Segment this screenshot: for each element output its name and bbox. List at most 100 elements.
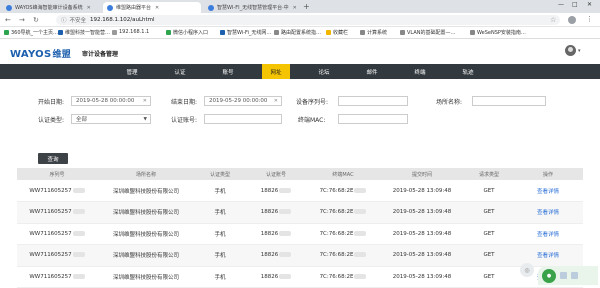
mac-input[interactable]: [338, 114, 408, 124]
bookmark-item[interactable]: VLAN的基础配置—…: [400, 29, 455, 36]
profile-icon[interactable]: [568, 16, 576, 24]
end-date-input[interactable]: 2019-05-29 00:00:00 ✕: [204, 96, 282, 106]
nav-item-mail[interactable]: 邮件: [358, 64, 386, 79]
cell-op[interactable]: 查看详情: [513, 201, 583, 224]
auth-type-select[interactable]: 全部 ▼: [71, 114, 151, 124]
cell-text: GET: [483, 252, 495, 259]
nav-item-forum[interactable]: 论坛: [310, 64, 338, 79]
forward-icon[interactable]: →: [19, 16, 25, 24]
nav-item-track[interactable]: 轨迹: [454, 64, 482, 79]
bookmark-item[interactable]: 微信小程序入口: [166, 29, 208, 36]
cell-text: 7C:76:68:2E: [319, 230, 354, 237]
auth-type-value: 全部: [76, 117, 88, 123]
place-input[interactable]: [472, 96, 546, 106]
cell-mac: 7C:76:68:2E: [307, 244, 379, 267]
cell-serial: WW711605257: [17, 266, 97, 288]
address-bar: ← → ↻ ⓘ 不安全 192.168.1.102/auLhtml ☆ ⋮: [0, 13, 600, 27]
nav-item-auth[interactable]: 认证: [166, 64, 194, 79]
reload-icon[interactable]: ↻: [33, 16, 39, 24]
floating-assistant[interactable]: ●: [538, 266, 598, 285]
cell-method: GET: [465, 266, 513, 288]
bookmark-label: 192.168.1.1: [119, 29, 150, 35]
floating-tool-icon[interactable]: ◎: [520, 263, 534, 277]
cell-text: WW711605257: [29, 273, 72, 280]
cell-text[interactable]: 查看详情: [537, 232, 559, 238]
search-button-label: 查询: [47, 156, 59, 163]
cell-text[interactable]: 查看详情: [537, 210, 559, 216]
cell-text: WW711605257: [29, 230, 72, 237]
cell-serial: WW711605257: [17, 244, 97, 267]
bookmark-item[interactable]: 计算系统: [360, 29, 387, 36]
table-row: WW711605257 深圳维盟科技股份有限公司 手机 18826 7C:76:68:2…: [17, 244, 583, 267]
search-button[interactable]: 查询: [38, 153, 68, 164]
bookmark-favicon-icon: [274, 30, 279, 35]
cell-op[interactable]: 查看详情: [513, 223, 583, 245]
bookmark-item[interactable]: 收藏栏: [326, 29, 348, 36]
cell-text: 18826: [260, 230, 279, 237]
bookmark-label: 微信小程序入口: [173, 30, 209, 36]
bookmark-item[interactable]: 360导航_一个主页…: [4, 29, 58, 36]
cell-text: 深圳维盟科技股份有限公司: [112, 253, 179, 260]
bookmark-item[interactable]: 智慧Wi-Fi_无线网…: [220, 29, 271, 36]
start-date-input[interactable]: 2019-05-28 00:00:00 ✕: [71, 96, 151, 106]
clear-icon[interactable]: ✕: [143, 98, 147, 104]
cell-type: 手机: [195, 180, 245, 202]
cell-text: WW711605257: [29, 187, 72, 194]
cell-op[interactable]: 查看详情: [513, 180, 583, 202]
close-tab-icon[interactable]: ✕: [155, 5, 159, 11]
browser-menu-icon[interactable]: ⋮: [586, 15, 593, 23]
cell-text: 7C:76:68:2E: [319, 252, 354, 259]
cell-text: 手机: [214, 231, 226, 238]
browser-tab-3[interactable]: 智慧WI-FI_无线智慧管理平台·中 ✕: [204, 2, 300, 13]
tab-favicon-icon: [107, 4, 113, 11]
cell-text: 深圳维盟科技股份有限公司: [112, 210, 179, 217]
nav-item-account[interactable]: 账号: [214, 64, 242, 79]
clear-icon[interactable]: ✕: [274, 98, 278, 104]
new-tab-button[interactable]: +: [303, 2, 310, 11]
cell-account: 18826: [245, 266, 307, 288]
app-icon[interactable]: [571, 272, 578, 279]
redaction-blur: [354, 187, 367, 193]
cell-text: GET: [483, 230, 495, 237]
back-icon[interactable]: ←: [5, 16, 11, 24]
cell-place: 深圳维盟科技股份有限公司: [97, 201, 195, 224]
serial-input[interactable]: [338, 96, 408, 106]
cell-text: 18826: [260, 187, 279, 194]
bookmark-favicon-icon: [4, 30, 9, 35]
nav-item-manage[interactable]: 管理: [118, 64, 146, 79]
assistant-icon[interactable]: ●: [542, 268, 556, 283]
bookmark-item[interactable]: 路由配置系统指…: [274, 29, 321, 36]
close-tab-icon[interactable]: ✕: [87, 5, 91, 11]
auth-type-label: 认证类型:: [38, 117, 65, 124]
close-tab-icon[interactable]: ✕: [293, 5, 297, 11]
url-field[interactable]: ⓘ 不安全 192.168.1.102/auLhtml: [56, 15, 560, 25]
maximize-icon[interactable]: □: [572, 1, 578, 8]
info-icon[interactable]: ⓘ: [61, 16, 67, 24]
chevron-down-icon[interactable]: ▾: [578, 48, 581, 54]
window-close-icon[interactable]: ✕: [587, 1, 592, 8]
tab-favicon-icon: [6, 4, 12, 11]
nav-label: 账号: [222, 69, 234, 76]
minimize-icon[interactable]: —: [558, 1, 564, 8]
user-avatar[interactable]: [565, 45, 576, 56]
tab-label: 维盟路由器平台: [116, 5, 152, 11]
nav-item-url[interactable]: 网址: [262, 64, 290, 79]
cell-text: 手机: [214, 253, 226, 260]
cell-text[interactable]: 查看详情: [537, 189, 559, 195]
bookmark-star-icon[interactable]: ☆: [550, 16, 556, 24]
nav-item-terminal[interactable]: 终端: [406, 64, 434, 79]
cell-text[interactable]: 查看详情: [537, 253, 559, 259]
bookmark-item[interactable]: WeSeNSP安装指南…: [470, 29, 526, 36]
nav-label: 认证: [174, 69, 186, 76]
browser-tab-2[interactable]: 维盟路由器平台 ✕: [103, 2, 201, 13]
app-icon[interactable]: [560, 272, 567, 279]
auth-account-input[interactable]: [204, 114, 282, 124]
browser-tab-1[interactable]: WAYOS峰海智能审计设备系统 ✕: [2, 2, 100, 13]
nav-label: 管理: [126, 69, 138, 76]
serial-label: 设备序列号:: [296, 99, 329, 106]
bookmark-item[interactable]: 192.168.1.1: [112, 29, 149, 35]
bookmark-label: 路由配置系统指…: [281, 30, 322, 36]
col-time: 提交时间: [379, 168, 465, 180]
bookmark-item[interactable]: 维盟科技一智能营…: [58, 29, 110, 36]
cell-text: 手机: [214, 188, 226, 195]
